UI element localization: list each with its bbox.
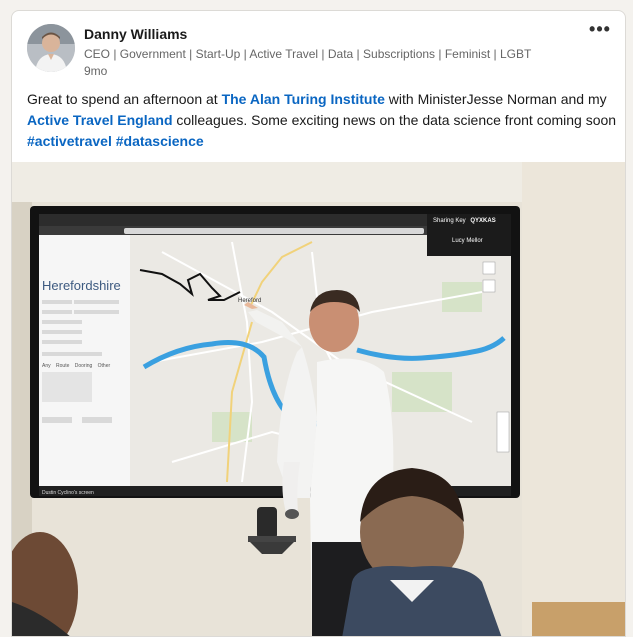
svg-text:Sharing Key QYXKAS: Sharing Key QYXKAS	[433, 218, 496, 224]
post-text: Great to spend an afternoon at The Alan …	[27, 89, 617, 152]
avatar-photo	[27, 24, 75, 72]
post-text-part: Great to spend an afternoon at	[27, 91, 222, 107]
author-headline: CEO | Government | Start-Up | Active Tra…	[84, 47, 532, 61]
screen-user-label: Lucy Mellor	[452, 238, 483, 244]
screen-radio-dooring: Dooring	[75, 363, 93, 369]
screen-sidebar-title: Herefordshire	[42, 278, 121, 293]
screen-radio-other: Other	[98, 363, 111, 369]
post-text-part: with MinisterJesse Norman and my	[384, 91, 607, 107]
mention-alan-turing-institute[interactable]: The Alan Turing Institute	[222, 91, 385, 107]
more-options-icon: •••	[589, 19, 611, 39]
screen-sharing-key-value: QYXKAS	[470, 218, 495, 224]
author-name[interactable]: Danny Williams	[84, 26, 187, 42]
post-photo-scene: Herefordshire Any Route Dooring Other He…	[12, 162, 625, 636]
mention-active-travel-england[interactable]: Active Travel England	[27, 112, 173, 128]
more-options-button[interactable]: •••	[585, 19, 615, 43]
post-time: 9mo	[84, 64, 108, 78]
hashtag-activetravel[interactable]: #activetravel	[27, 133, 112, 149]
author-avatar[interactable]	[27, 24, 75, 72]
post-text-part: colleagues. Some exciting news on the da…	[172, 112, 617, 128]
screen-radio-any: Any	[42, 363, 51, 369]
post-image[interactable]: Herefordshire Any Route Dooring Other He…	[12, 162, 625, 636]
screen-radio-route: Route	[56, 363, 70, 369]
hashtag-datascience[interactable]: #datascience	[116, 133, 204, 149]
screen-sharing-key-label: Sharing Key	[433, 218, 466, 224]
screen-taskbar-label: Dustin Cyclino's screen	[42, 490, 94, 496]
feed-post-card: Danny Williams CEO | Government | Start-…	[11, 10, 626, 637]
